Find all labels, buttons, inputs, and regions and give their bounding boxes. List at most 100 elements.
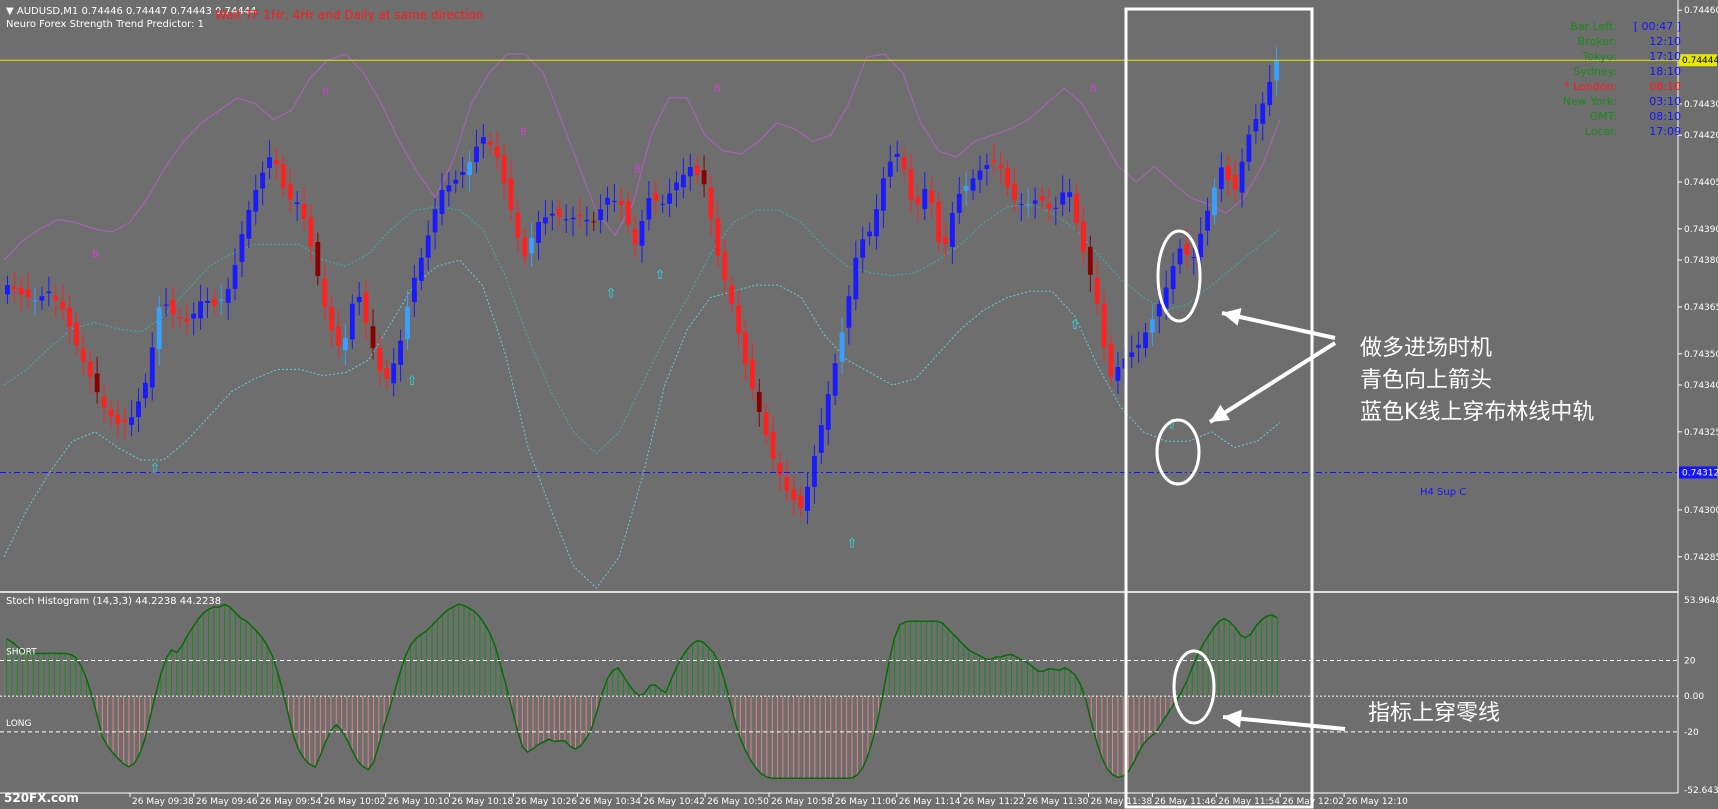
candle-body <box>1253 119 1259 132</box>
candle-body <box>142 382 148 399</box>
candle-body <box>1177 248 1183 265</box>
candle-body <box>956 193 962 213</box>
candle-body <box>322 279 328 307</box>
main-plot-area <box>0 0 1678 591</box>
time-tick-label: 26 May 10:02 <box>324 797 386 807</box>
candle-body <box>1205 210 1210 231</box>
session-clock-value: 17:09 <box>1649 125 1681 138</box>
candle-body <box>1156 304 1162 317</box>
candle-body <box>701 170 707 185</box>
candle-body <box>853 257 859 300</box>
candle-body <box>1087 246 1093 275</box>
candle-body <box>887 161 893 177</box>
candle-body <box>722 252 728 281</box>
time-tick-label: 26 May 09:46 <box>196 797 258 807</box>
candle-body <box>1101 303 1107 347</box>
candle-body <box>211 299 217 306</box>
stoch-tick-label: 0.00 <box>1684 692 1704 702</box>
session-clock-row: New York: 03:10 <box>1512 95 1681 108</box>
entry-annotation: 做多进场时机 青色向上箭头 蓝色K线上穿布林线中轨 <box>1360 333 1594 429</box>
candle-body <box>1170 265 1176 290</box>
candle-body <box>756 391 762 412</box>
candle-body <box>908 169 914 201</box>
candle-body <box>377 348 383 372</box>
candle-body <box>687 166 693 177</box>
candle-body <box>577 214 583 217</box>
candle-body <box>232 265 238 289</box>
time-tick-label: 26 May 10:58 <box>771 797 833 807</box>
candle-body <box>184 318 190 322</box>
watermark-logo: 520FX.com <box>4 791 79 805</box>
candle-body <box>1081 221 1086 252</box>
candle-body <box>453 179 459 184</box>
candle-body <box>11 286 17 290</box>
support-label: H4 Sup C <box>1420 487 1467 498</box>
candle-body <box>812 455 817 487</box>
candle-body <box>743 331 748 365</box>
candle-body <box>563 219 569 221</box>
candle-body <box>591 221 597 223</box>
candle-body <box>391 363 397 384</box>
candle-body <box>763 411 769 436</box>
candle-body <box>274 160 279 165</box>
candle-body <box>1094 277 1100 304</box>
candle-body <box>1025 205 1031 207</box>
up-arrow-icon: ⇧ <box>847 536 858 551</box>
candle-body <box>494 146 500 157</box>
session-clock-row: GMT: 08:10 <box>1512 110 1681 123</box>
candle-body <box>122 419 128 422</box>
candle-body <box>198 301 203 319</box>
candle-body <box>432 209 438 233</box>
candle-body <box>667 193 673 204</box>
candle-body <box>25 289 31 298</box>
entry-line-2: 青色向上箭头 <box>1360 368 1493 393</box>
candle-body <box>736 305 741 334</box>
candle-body <box>1074 193 1079 224</box>
price-badge-label: 0.74444 <box>1682 56 1718 66</box>
session-clock-value: [ 00:47 ] <box>1633 20 1681 33</box>
session-clock-value: 08:10 <box>1649 110 1681 123</box>
candle-body <box>694 165 700 175</box>
candle-body <box>963 185 969 191</box>
candle-body <box>253 189 259 212</box>
session-clock-label: Local: <box>1584 125 1617 138</box>
candle-body <box>411 277 417 303</box>
candle-body <box>405 306 410 340</box>
candle-body <box>1067 192 1073 198</box>
candle-body <box>1246 134 1252 162</box>
candle-body <box>1218 167 1224 190</box>
session-clock-value: 08:10 <box>1649 80 1681 93</box>
candle-body <box>115 414 121 425</box>
candle-body <box>1212 187 1217 216</box>
candle-body <box>163 304 169 306</box>
candle-body <box>536 221 541 243</box>
candle-body <box>336 327 341 346</box>
price-tick-label: 0.74285 <box>1684 553 1718 563</box>
candle-body <box>246 210 252 239</box>
candle-body <box>308 217 314 247</box>
sell-signal-icon: B <box>92 249 99 260</box>
candle-body <box>343 337 348 351</box>
candle-body <box>991 160 997 162</box>
dropdown-triangle-icon[interactable]: ▼ <box>6 6 14 17</box>
candle-body <box>1115 367 1121 381</box>
session-clock-label: Sydney: <box>1573 65 1617 78</box>
candle-body <box>156 307 162 349</box>
time-tick-label: 26 May 09:54 <box>260 797 322 807</box>
candle-body <box>522 237 528 257</box>
session-clock-value: 18:10 <box>1649 65 1681 78</box>
candle-body <box>598 209 604 221</box>
candle-body <box>60 301 66 310</box>
time-tick-label: 26 May 11:06 <box>835 797 897 807</box>
candle-body <box>977 170 983 180</box>
session-clock-value: 03:10 <box>1649 95 1681 108</box>
up-arrow-icon: ⇧ <box>655 268 666 283</box>
candle-body <box>660 203 666 205</box>
candle-body <box>205 300 210 303</box>
time-tick-label: 26 May 09:38 <box>132 797 194 807</box>
candle-body <box>805 486 810 512</box>
stoch-tick-label: 20 <box>1684 657 1696 667</box>
candle-body <box>1149 319 1155 333</box>
time-tick-label: 26 May 10:26 <box>515 797 577 807</box>
candle-body <box>1032 200 1038 204</box>
